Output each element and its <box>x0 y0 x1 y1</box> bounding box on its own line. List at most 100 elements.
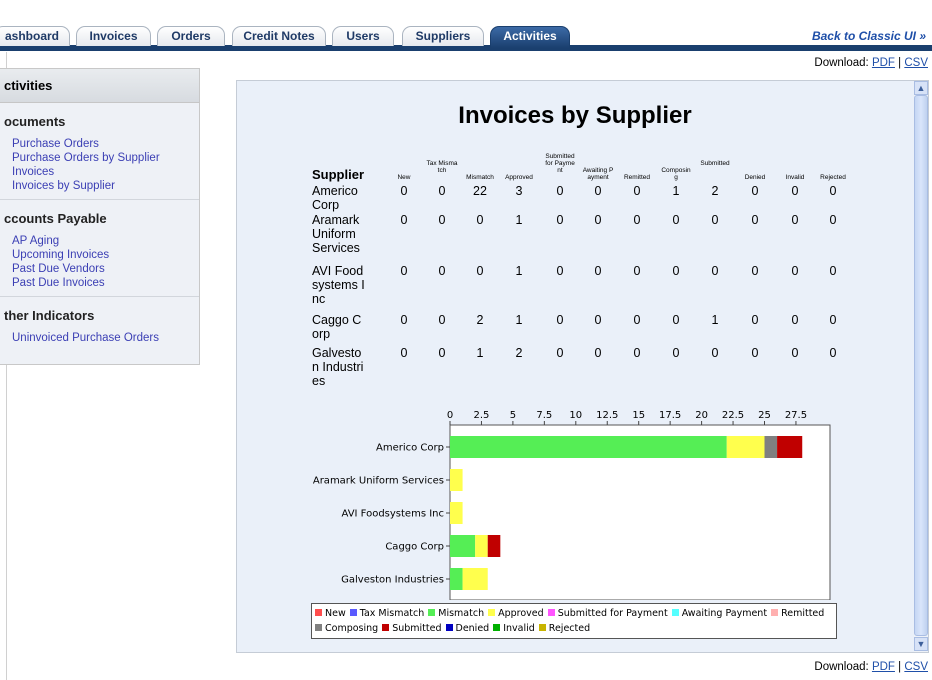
download-label: Download: <box>814 661 869 673</box>
column-header: Mismatch <box>466 174 494 181</box>
bar-segment <box>764 436 778 458</box>
sidebar-link-purchase-orders[interactable]: Purchase Orders <box>0 137 199 151</box>
sidebar-section-accounts-payable: ccounts Payable AP Aging Upcoming Invoic… <box>0 200 199 297</box>
legend-item: Mismatch <box>428 606 484 621</box>
table-cell: 0 <box>476 213 484 227</box>
sidebar-link-uninvoiced-purchase-orders[interactable]: Uninvoiced Purchase Orders <box>0 331 199 345</box>
legend-swatch <box>547 609 555 616</box>
download-csv-link[interactable]: CSV <box>904 661 928 673</box>
table-cell: 0 <box>751 213 759 227</box>
tab-orders[interactable]: Orders <box>157 26 225 46</box>
column-header: Tax Mismatch <box>426 160 458 174</box>
sidebar-link-past-due-invoices[interactable]: Past Due Invoices <box>0 276 199 290</box>
legend-item: Awaiting Payment <box>671 606 768 621</box>
sidebar-link-past-due-vendors[interactable]: Past Due Vendors <box>0 262 199 276</box>
table-cell: 1 <box>476 346 484 360</box>
download-separator: | <box>898 661 902 673</box>
bar-segment <box>475 535 488 557</box>
sidebar-link-upcoming-invoices[interactable]: Upcoming Invoices <box>0 248 199 262</box>
x-tick-label: 22.5 <box>722 410 744 421</box>
table-cell: 0 <box>751 313 759 327</box>
download-links-top: Download: PDF | CSV <box>814 57 928 69</box>
tab-users[interactable]: Users <box>332 26 394 46</box>
x-tick-label: 5 <box>510 410 516 421</box>
table-cell: 0 <box>633 313 641 327</box>
legend-swatch <box>445 624 453 631</box>
sidebar-link-purchase-orders-by-supplier[interactable]: Purchase Orders by Supplier <box>0 151 199 165</box>
bar-segment <box>450 535 476 557</box>
legend-item: Denied <box>445 621 489 636</box>
column-header: Rejected <box>820 174 846 181</box>
table-cell: 1 <box>711 313 719 327</box>
scroll-up-icon[interactable]: ▲ <box>914 81 928 95</box>
download-label: Download: <box>814 57 869 69</box>
table-cell: 0 <box>438 264 446 278</box>
legend-swatch <box>315 609 322 616</box>
table-cell: 0 <box>556 213 564 227</box>
legend-item: Remitted <box>771 606 824 621</box>
table-cell: 0 <box>438 313 446 327</box>
legend-item: Invalid <box>493 621 535 636</box>
column-header: Remitted <box>623 174 650 181</box>
tab-activities[interactable]: Activities <box>490 26 570 48</box>
bar-segment <box>450 502 463 524</box>
table-cell: 1 <box>515 264 523 278</box>
table-cell: 0 <box>711 213 719 227</box>
bar-segment <box>450 436 727 458</box>
report-title: Invoices by Supplier <box>458 102 692 129</box>
scrollbar-thumb[interactable] <box>914 95 928 636</box>
table-cell: 0 <box>672 213 680 227</box>
column-header: Submitted for Payment <box>545 153 575 174</box>
table-cell: 0 <box>751 184 759 198</box>
table-cell: 0 <box>438 346 446 360</box>
x-tick-label: 10 <box>569 410 582 421</box>
table-cell: 0 <box>711 346 719 360</box>
tab-credit-notes[interactable]: Credit Notes <box>232 26 326 46</box>
legend-label: Awaiting Payment <box>681 608 768 619</box>
table-cell: 0 <box>594 264 602 278</box>
x-tick-label: 12.5 <box>596 410 618 421</box>
table-cell: 0 <box>556 313 564 327</box>
sidebar-link-ap-aging[interactable]: AP Aging <box>0 234 199 248</box>
table-cell: 0 <box>672 346 680 360</box>
legend-label: Remitted <box>781 608 825 619</box>
table-cell: 0 <box>400 313 408 327</box>
column-header: New <box>397 174 411 181</box>
supplier-name-cell: Aramark Uniform Services <box>312 213 360 255</box>
download-pdf-link[interactable]: PDF <box>872 661 895 673</box>
table-cell: 0 <box>400 264 408 278</box>
sidebar-header: ctivities <box>0 69 199 103</box>
bar-segment <box>487 535 501 557</box>
back-to-classic-link[interactable]: Back to Classic UI » <box>812 29 926 43</box>
x-tick-label: 0 <box>447 410 453 421</box>
y-category-label: AVI Foodsystems Inc <box>342 509 444 520</box>
bar-segment <box>450 568 463 590</box>
download-links-bottom: Download: PDF | CSV <box>814 661 928 673</box>
legend-label: Invalid <box>503 623 535 634</box>
tab-invoices[interactable]: Invoices <box>76 26 151 46</box>
download-csv-link[interactable]: CSV <box>904 57 928 69</box>
table-cell: 0 <box>438 213 446 227</box>
sidebar-section-title: ocuments <box>4 114 66 129</box>
sidebar-section-documents: ocuments Purchase Orders Purchase Orders… <box>0 103 199 200</box>
legend-swatch <box>428 609 436 616</box>
scroll-down-icon[interactable]: ▼ <box>914 637 928 651</box>
table-cell: 0 <box>556 184 564 198</box>
supplier-name-cell: Caggo Corp <box>312 313 362 341</box>
sidebar-link-invoices[interactable]: Invoices <box>0 165 199 179</box>
table-cell: 0 <box>829 346 837 360</box>
column-header: Awaiting Payment <box>582 167 614 181</box>
table-cell: 0 <box>791 184 799 198</box>
table-cell: 0 <box>751 346 759 360</box>
legend-item: New <box>315 606 346 621</box>
table-cell: 0 <box>672 264 680 278</box>
sidebar: ctivities ocuments Purchase Orders Purch… <box>0 68 200 365</box>
table-cell: 0 <box>829 213 837 227</box>
sidebar-link-invoices-by-supplier[interactable]: Invoices by Supplier <box>0 179 199 193</box>
tab-dashboard[interactable]: ashboard <box>0 26 70 46</box>
legend-swatch <box>538 624 546 631</box>
table-cell: 0 <box>633 184 641 198</box>
download-pdf-link[interactable]: PDF <box>872 57 895 69</box>
legend-label: Mismatch <box>438 608 485 619</box>
tab-suppliers[interactable]: Suppliers <box>402 26 484 46</box>
